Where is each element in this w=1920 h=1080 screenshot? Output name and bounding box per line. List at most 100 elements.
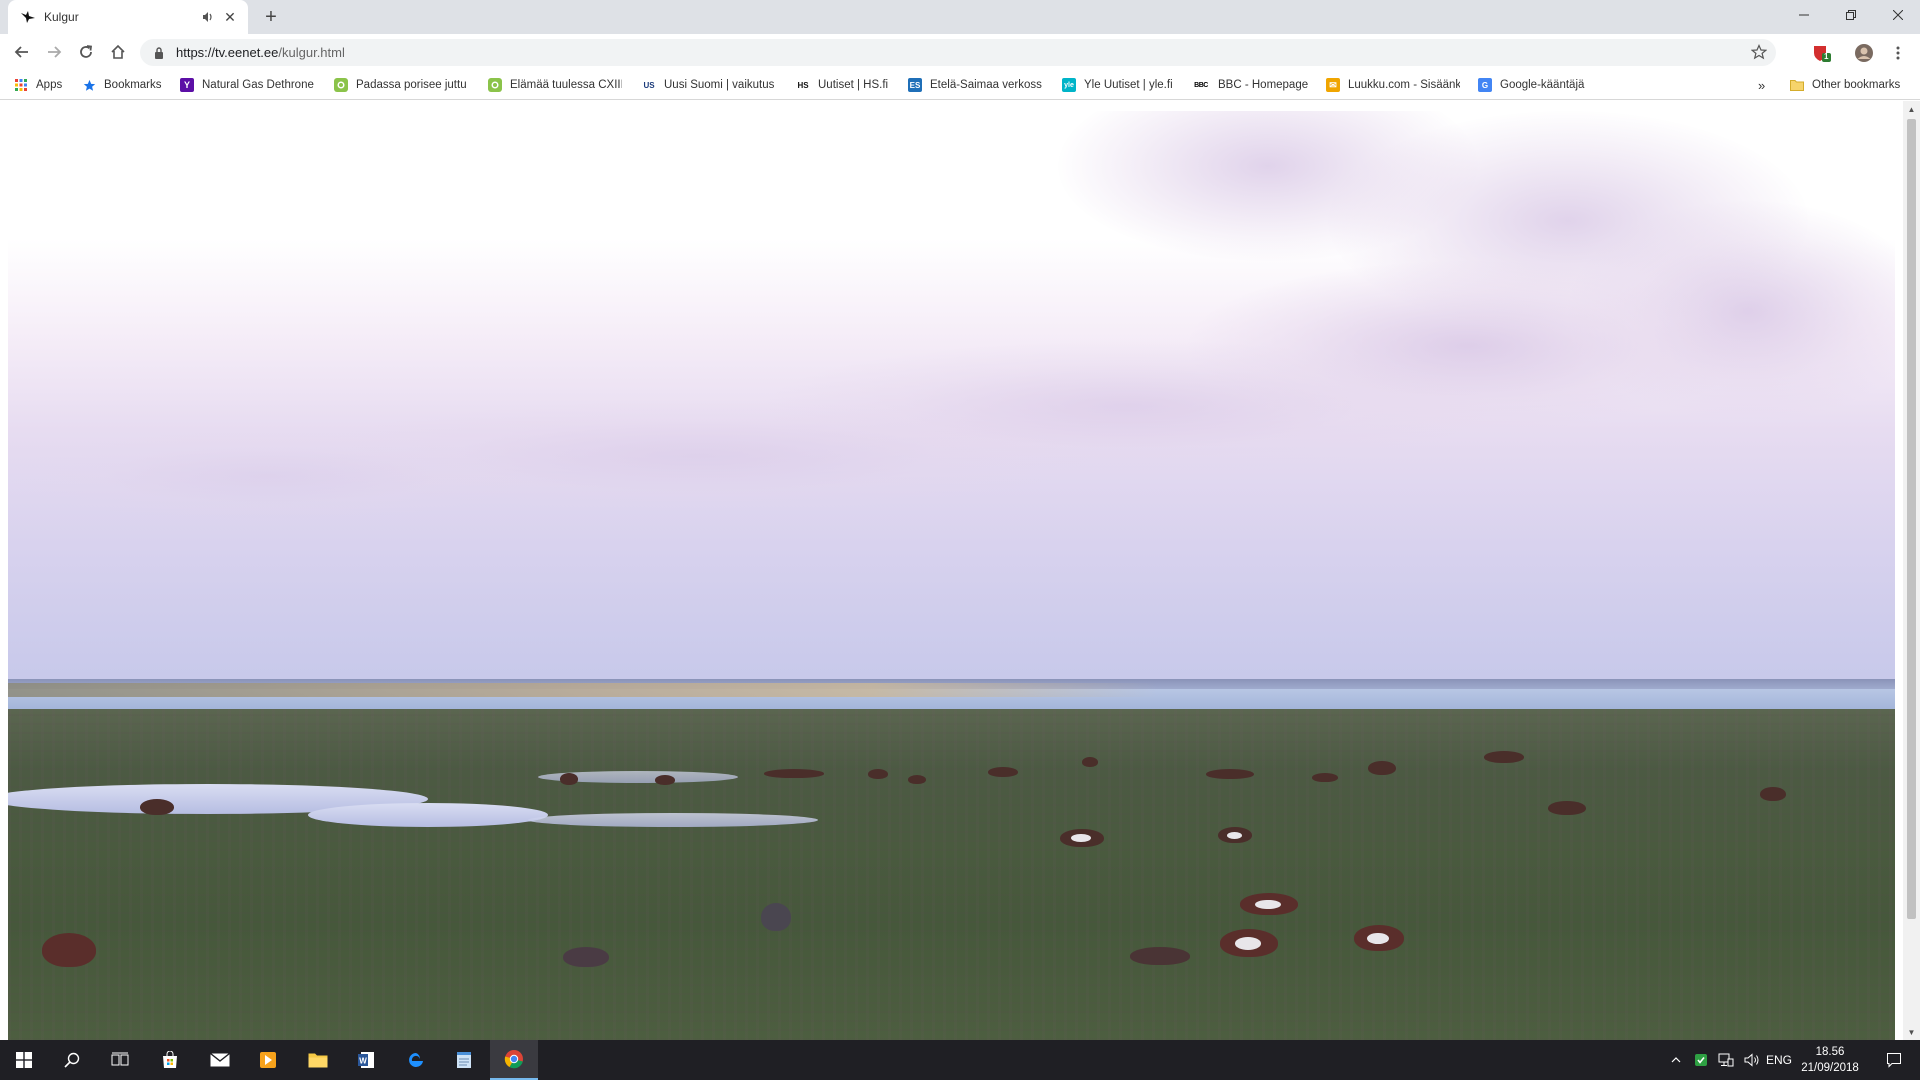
bookmark-star-icon[interactable] <box>1750 43 1768 61</box>
search-icon <box>64 1052 80 1068</box>
reload-icon <box>80 45 93 58</box>
tray-volume[interactable] <box>1740 1040 1764 1080</box>
taskbar-file-explorer[interactable] <box>294 1040 342 1080</box>
tray-clock[interactable]: 18.56 21/09/2018 <box>1790 1044 1870 1076</box>
duck <box>908 775 926 784</box>
water-pool <box>308 803 548 827</box>
audio-playing-icon[interactable] <box>200 9 216 25</box>
search-button[interactable] <box>48 1040 96 1080</box>
es-icon: ES <box>908 78 922 92</box>
bird-favicon-icon <box>20 9 36 25</box>
tab-title: Kulgur <box>44 10 79 24</box>
bookmark-bookmarks[interactable]: Bookmarks <box>82 76 162 94</box>
bookmarks-overflow-button[interactable]: » <box>1758 76 1765 94</box>
reload-button[interactable] <box>72 38 100 66</box>
bookmark-label: Elämää tuulessa CXIII <box>510 79 622 91</box>
shield-check-icon <box>1695 1054 1707 1066</box>
taskbar-chrome[interactable] <box>490 1040 538 1080</box>
wigeon <box>1060 829 1104 847</box>
url-host: https://tv.eenet.ee <box>176 45 279 60</box>
action-center-button[interactable] <box>1874 1040 1914 1080</box>
scrollbar-thumb[interactable] <box>1907 119 1916 919</box>
grass-texture <box>8 709 1895 1040</box>
duck <box>988 767 1018 777</box>
forward-button[interactable] <box>40 38 68 66</box>
home-button[interactable] <box>104 38 132 66</box>
wigeon <box>1240 893 1298 915</box>
taskbar-mail[interactable] <box>196 1040 244 1080</box>
tab-close-icon[interactable]: ✕ <box>222 9 238 25</box>
sandbar <box>8 683 1158 697</box>
chrome-icon <box>504 1050 523 1069</box>
tray-network[interactable] <box>1714 1040 1738 1080</box>
duck-group <box>1206 769 1254 779</box>
duck <box>1082 757 1098 767</box>
page-content <box>0 101 1920 1040</box>
bookmark-etela-saimaa[interactable]: ES Etelä-Saimaa verkoss <box>908 76 1042 94</box>
url-path: /kulgur.html <box>278 45 345 60</box>
webcam-video[interactable] <box>8 111 1895 1040</box>
clock-time: 18.56 <box>1815 1046 1845 1058</box>
show-hidden-icons-button[interactable] <box>1664 1040 1688 1080</box>
duck-group <box>1484 751 1524 763</box>
bookmark-padassa[interactable]: Padassa porisee juttu <box>334 76 467 94</box>
start-button[interactable] <box>0 1040 48 1080</box>
bookmark-label: Luukku.com - Sisäänk <box>1348 79 1460 91</box>
media-player-icon <box>260 1052 276 1068</box>
bookmark-elamaa[interactable]: Elämää tuulessa CXIII <box>488 76 622 94</box>
tray-security[interactable] <box>1690 1040 1712 1080</box>
duck-group <box>764 769 824 778</box>
bookmark-luukku[interactable]: ✉ Luukku.com - Sisäänk <box>1326 76 1460 94</box>
bookmark-apps[interactable]: Apps <box>14 76 62 94</box>
taskbar-store[interactable] <box>146 1040 194 1080</box>
window-close-button[interactable] <box>1876 0 1920 30</box>
minimize-button[interactable] <box>1782 0 1826 30</box>
address-bar[interactable]: https://tv.eenet.ee/kulgur.html <box>140 39 1776 66</box>
tab-kulgur[interactable]: Kulgur ✕ <box>8 0 248 34</box>
scroll-down-arrow-icon[interactable]: ▼ <box>1903 1024 1920 1040</box>
bookmark-yle[interactable]: yle Yle Uutiset | yle.fi <box>1062 76 1173 94</box>
new-tab-button[interactable]: + <box>260 6 282 28</box>
notepad-icon <box>457 1052 471 1068</box>
restore-button[interactable] <box>1829 0 1873 30</box>
taskbar-media-player[interactable] <box>244 1040 292 1080</box>
bookmark-hs[interactable]: HS Uutiset | HS.fi <box>796 76 888 94</box>
page-scrollbar[interactable]: ▲ ▼ <box>1903 101 1920 1040</box>
water-pool <box>528 813 818 827</box>
bookmark-label: Uutiset | HS.fi <box>818 79 889 91</box>
duck <box>761 903 791 931</box>
adblock-extension-icon[interactable]: 1 <box>1810 42 1832 64</box>
duck <box>1312 773 1338 782</box>
taskbar-edge[interactable] <box>392 1040 440 1080</box>
speaker-icon <box>1744 1053 1759 1067</box>
bookmark-google-translate[interactable]: G Google-kääntäjä <box>1478 76 1584 94</box>
back-button[interactable] <box>8 38 36 66</box>
bookmark-natural-gas[interactable]: Y Natural Gas Dethrone <box>180 76 314 94</box>
mail-icon: ✉ <box>1326 78 1340 92</box>
menu-kebab-icon[interactable] <box>1887 42 1909 64</box>
network-icon <box>1718 1053 1734 1067</box>
taskbar-notepad[interactable] <box>440 1040 488 1080</box>
task-view-button[interactable] <box>96 1040 144 1080</box>
mail-icon <box>210 1053 230 1067</box>
duck <box>563 947 609 967</box>
scroll-up-arrow-icon[interactable]: ▲ <box>1903 101 1920 117</box>
lock-icon[interactable] <box>152 46 166 60</box>
tab-strip: Kulgur ✕ + <box>0 0 1920 34</box>
svg-text:W: W <box>359 1057 367 1066</box>
task-view-icon <box>111 1052 129 1066</box>
bookmark-uusi-suomi[interactable]: US Uusi Suomi | vaikutus <box>642 76 774 94</box>
yle-icon: yle <box>1062 78 1076 92</box>
bookmarks-bar: Apps Bookmarks Y Natural Gas Dethrone Pa… <box>0 70 1920 100</box>
tray-language[interactable]: ENG <box>1766 1040 1792 1080</box>
yahoo-icon: Y <box>180 78 194 92</box>
duck <box>1130 947 1190 965</box>
bookmark-bbc[interactable]: BBC BBC - Homepage <box>1192 76 1308 94</box>
profile-avatar[interactable] <box>1853 42 1875 64</box>
taskbar-word[interactable]: W <box>342 1040 390 1080</box>
cloud <box>8 431 528 521</box>
us-icon: US <box>643 80 655 90</box>
extension-badge: 1 <box>1824 52 1829 61</box>
other-bookmarks[interactable]: Other bookmarks <box>1790 76 1900 94</box>
url-text[interactable]: https://tv.eenet.ee/kulgur.html <box>176 45 345 60</box>
